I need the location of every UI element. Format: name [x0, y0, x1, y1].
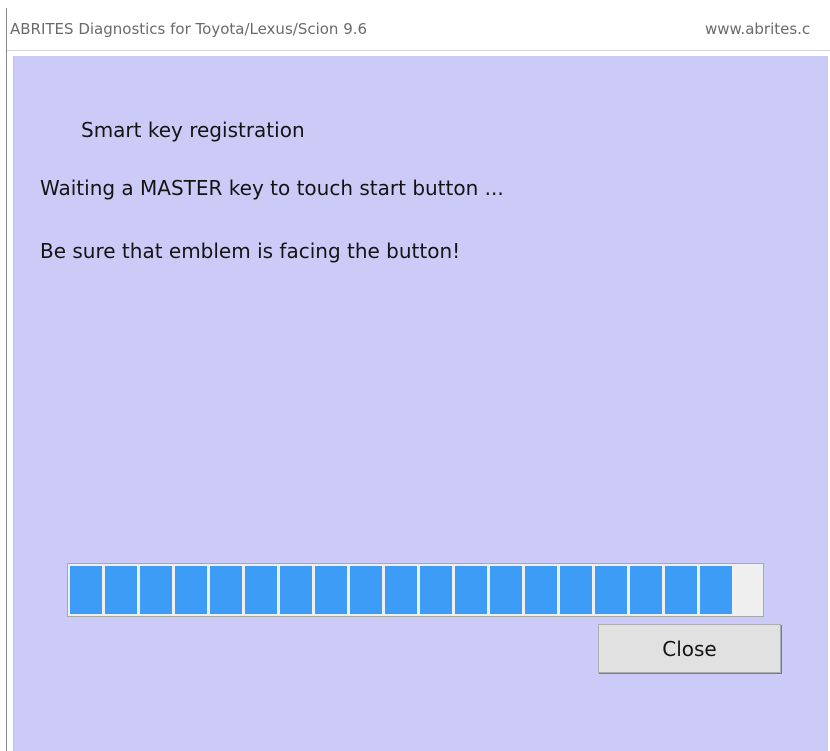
progress-segment: [490, 566, 522, 614]
progress-segment: [105, 566, 137, 614]
progress-segment: [140, 566, 172, 614]
progress-segment: [420, 566, 452, 614]
progress-segment: [70, 566, 102, 614]
progress-segment: [560, 566, 592, 614]
progress-segment: [210, 566, 242, 614]
window-left-border: [6, 8, 7, 751]
dialog-heading: Smart key registration: [81, 118, 305, 142]
progress-segment: [280, 566, 312, 614]
progress-segment: [385, 566, 417, 614]
progress-segment: [595, 566, 627, 614]
app-window: ABRITES Diagnostics for Toyota/Lexus/Sci…: [0, 0, 830, 751]
progress-segment: [315, 566, 347, 614]
progress-segment: [700, 566, 732, 614]
progress-segment: [525, 566, 557, 614]
progress-segment: [630, 566, 662, 614]
instruction-message: Be sure that emblem is facing the button…: [40, 239, 461, 263]
progress-segment: [350, 566, 382, 614]
dialog-panel: Smart key registration Waiting a MASTER …: [13, 56, 828, 751]
progress-segment: [665, 566, 697, 614]
status-message: Waiting a MASTER key to touch start butt…: [40, 176, 504, 200]
progress-segment: [245, 566, 277, 614]
progress-bar: [67, 563, 764, 617]
progress-segment: [455, 566, 487, 614]
title-url-text: www.abrites.c: [705, 20, 811, 38]
title-bar[interactable]: ABRITES Diagnostics for Toyota/Lexus/Sci…: [7, 8, 830, 51]
window-title: ABRITES Diagnostics for Toyota/Lexus/Sci…: [10, 20, 368, 38]
progress-segment: [175, 566, 207, 614]
close-button[interactable]: Close: [598, 624, 781, 673]
